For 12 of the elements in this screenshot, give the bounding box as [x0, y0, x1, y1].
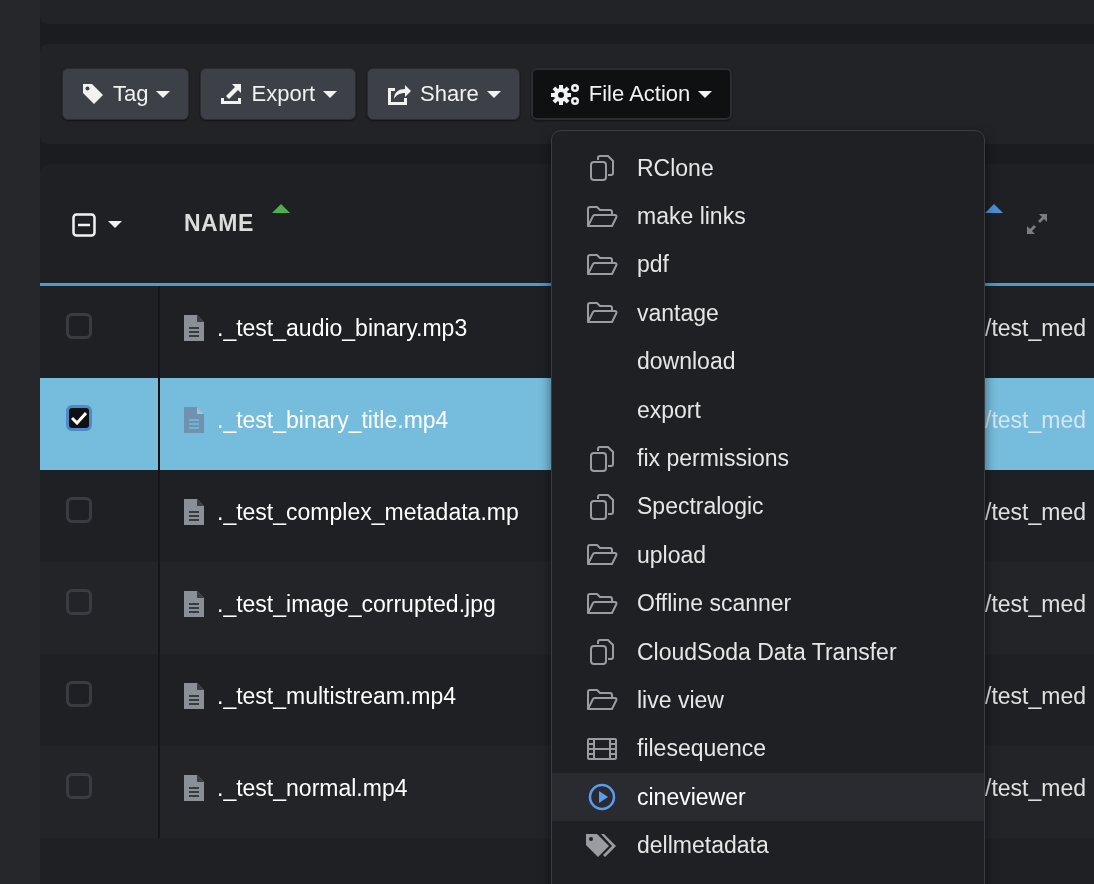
file-name: ._test_normal.mp4 — [217, 774, 408, 802]
file-path: /test_med — [985, 774, 1086, 802]
file-path: /test_med — [985, 498, 1086, 526]
file-path: /test_med — [985, 682, 1086, 710]
file-name: ._test_complex_metadata.mp — [217, 498, 519, 526]
file-name: ._test_binary_title.mp4 — [217, 406, 449, 434]
file-path: /test_med — [985, 314, 1086, 342]
file-name: ._test_multistream.mp4 — [217, 682, 457, 710]
file-path: /test_med — [985, 590, 1086, 618]
file-name: ._test_image_corrupted.jpg — [217, 590, 496, 618]
file-path: /test_med — [985, 406, 1086, 434]
file-name: ._test_audio_binary.mp3 — [217, 314, 468, 342]
